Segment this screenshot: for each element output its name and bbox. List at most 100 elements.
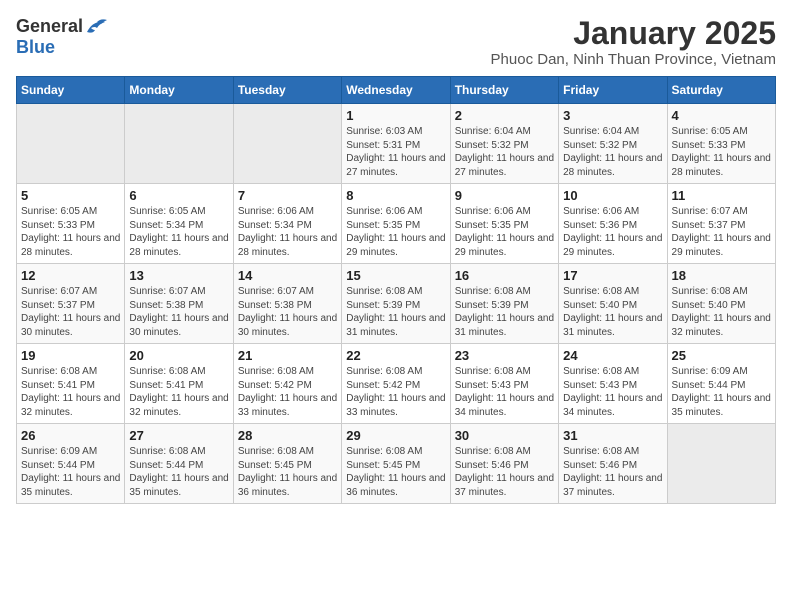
calendar-cell: 17 Sunrise: 6:08 AMSunset: 5:40 PMDayligh… <box>559 264 667 344</box>
calendar-cell: 28Sunrise: 6:08 AMSunset: 5:45 PMDayligh… <box>233 424 341 504</box>
calendar-week-4: 19 Sunrise: 6:08 AMSunset: 5:41 PMDayligh… <box>17 344 776 424</box>
calendar-cell: 5Sunrise: 6:05 AMSunset: 5:33 PMDaylight… <box>17 184 125 264</box>
calendar-cell: 11 Sunrise: 6:07 AMSunset: 5:37 PMDayligh… <box>667 184 775 264</box>
cell-date-number: 22 <box>346 348 445 363</box>
cell-sun-info: Sunrise: 6:08 AMSunset: 5:41 PMDaylight:… <box>129 365 228 419</box>
cell-date-number: 20 <box>129 348 228 363</box>
calendar-cell: 2 Sunrise: 6:04 AMSunset: 5:32 PMDaylight… <box>450 104 558 184</box>
calendar-table: SundayMondayTuesdayWednesdayThursdayFrid… <box>16 76 776 504</box>
cell-date-number: 4 <box>672 108 771 123</box>
calendar-cell: 24Sunrise: 6:08 AMSunset: 5:43 PMDayligh… <box>559 344 667 424</box>
cell-sun-info: Sunrise: 6:08 AMSunset: 5:45 PMDaylight:… <box>238 445 337 499</box>
calendar-week-2: 5Sunrise: 6:05 AMSunset: 5:33 PMDaylight… <box>17 184 776 264</box>
page-subtitle: Phuoc Dan, Ninh Thuan Province, Vietnam <box>491 51 776 68</box>
cell-date-number: 10 <box>563 188 662 203</box>
cell-sun-info: Sunrise: 6:07 AMSunset: 5:37 PMDaylight:… <box>672 205 771 259</box>
cell-sun-info: Sunrise: 6:03 AMSunset: 5:31 PMDaylight:… <box>346 125 445 179</box>
cell-date-number: 31 <box>563 428 662 443</box>
cell-date-number: 16 <box>455 268 554 283</box>
cell-date-number: 2 <box>455 108 554 123</box>
cell-sun-info: Sunrise: 6:06 AMSunset: 5:35 PMDaylight:… <box>455 205 554 259</box>
cell-date-number: 17 <box>563 268 662 283</box>
logo-blue-text: Blue <box>16 37 55 58</box>
day-header-saturday: Saturday <box>667 77 775 104</box>
cell-date-number: 19 <box>21 348 120 363</box>
calendar-cell: 23 Sunrise: 6:08 AMSunset: 5:43 PMDayligh… <box>450 344 558 424</box>
logo-text: General <box>16 16 107 37</box>
cell-sun-info: Sunrise: 6:09 AMSunset: 5:44 PMDaylight:… <box>672 365 771 419</box>
cell-sun-info: Sunrise: 6:05 AMSunset: 5:33 PMDaylight:… <box>672 125 771 179</box>
cell-sun-info: Sunrise: 6:04 AMSunset: 5:32 PMDaylight:… <box>455 125 554 179</box>
cell-date-number: 26 <box>21 428 120 443</box>
calendar-cell: 18 Sunrise: 6:08 AMSunset: 5:40 PMDayligh… <box>667 264 775 344</box>
cell-date-number: 18 <box>672 268 771 283</box>
cell-sun-info: Sunrise: 6:08 AMSunset: 5:43 PMDaylight:… <box>563 365 662 419</box>
calendar-cell: 13 Sunrise: 6:07 AMSunset: 5:38 PMDayligh… <box>125 264 233 344</box>
logo: General Blue <box>16 16 107 58</box>
calendar-cell: 12 Sunrise: 6:07 AMSunset: 5:37 PMDayligh… <box>17 264 125 344</box>
cell-date-number: 29 <box>346 428 445 443</box>
calendar-cell: 16Sunrise: 6:08 AMSunset: 5:39 PMDayligh… <box>450 264 558 344</box>
cell-date-number: 25 <box>672 348 771 363</box>
calendar-cell <box>667 424 775 504</box>
calendar-cell: 3 Sunrise: 6:04 AMSunset: 5:32 PMDaylight… <box>559 104 667 184</box>
calendar-cell: 9 Sunrise: 6:06 AMSunset: 5:35 PMDaylight… <box>450 184 558 264</box>
cell-date-number: 3 <box>563 108 662 123</box>
cell-sun-info: Sunrise: 6:07 AMSunset: 5:37 PMDaylight:… <box>21 285 120 339</box>
cell-date-number: 11 <box>672 188 771 203</box>
cell-date-number: 30 <box>455 428 554 443</box>
calendar-cell: 21Sunrise: 6:08 AMSunset: 5:42 PMDayligh… <box>233 344 341 424</box>
calendar-cell: 10Sunrise: 6:06 AMSunset: 5:36 PMDayligh… <box>559 184 667 264</box>
title-section: January 2025 Phuoc Dan, Ninh Thuan Provi… <box>491 16 776 68</box>
calendar-cell: 15Sunrise: 6:08 AMSunset: 5:39 PMDayligh… <box>342 264 450 344</box>
day-header-sunday: Sunday <box>17 77 125 104</box>
cell-date-number: 6 <box>129 188 228 203</box>
calendar-cell: 6 Sunrise: 6:05 AMSunset: 5:34 PMDaylight… <box>125 184 233 264</box>
calendar-cell: 22Sunrise: 6:08 AMSunset: 5:42 PMDayligh… <box>342 344 450 424</box>
calendar-body: 1 Sunrise: 6:03 AMSunset: 5:31 PMDaylight… <box>17 104 776 504</box>
calendar-cell: 1 Sunrise: 6:03 AMSunset: 5:31 PMDaylight… <box>342 104 450 184</box>
day-header-wednesday: Wednesday <box>342 77 450 104</box>
calendar-cell: 30Sunrise: 6:08 AMSunset: 5:46 PMDayligh… <box>450 424 558 504</box>
calendar-cell: 26 Sunrise: 6:09 AMSunset: 5:44 PMDayligh… <box>17 424 125 504</box>
cell-sun-info: Sunrise: 6:08 AMSunset: 5:40 PMDaylight:… <box>563 285 662 339</box>
days-of-week-row: SundayMondayTuesdayWednesdayThursdayFrid… <box>17 77 776 104</box>
day-header-monday: Monday <box>125 77 233 104</box>
cell-date-number: 23 <box>455 348 554 363</box>
cell-date-number: 15 <box>346 268 445 283</box>
cell-sun-info: Sunrise: 6:08 AMSunset: 5:42 PMDaylight:… <box>238 365 337 419</box>
calendar-cell <box>125 104 233 184</box>
calendar-cell <box>17 104 125 184</box>
cell-sun-info: Sunrise: 6:05 AMSunset: 5:34 PMDaylight:… <box>129 205 228 259</box>
calendar-cell <box>233 104 341 184</box>
cell-sun-info: Sunrise: 6:08 AMSunset: 5:40 PMDaylight:… <box>672 285 771 339</box>
page-header: General Blue January 2025 Phuoc Dan, Nin… <box>16 16 776 68</box>
day-header-thursday: Thursday <box>450 77 558 104</box>
calendar-cell: 25 Sunrise: 6:09 AMSunset: 5:44 PMDayligh… <box>667 344 775 424</box>
calendar-header: SundayMondayTuesdayWednesdayThursdayFrid… <box>17 77 776 104</box>
cell-date-number: 5 <box>21 188 120 203</box>
calendar-cell: 27Sunrise: 6:08 AMSunset: 5:44 PMDayligh… <box>125 424 233 504</box>
cell-sun-info: Sunrise: 6:06 AMSunset: 5:35 PMDaylight:… <box>346 205 445 259</box>
cell-date-number: 13 <box>129 268 228 283</box>
cell-sun-info: Sunrise: 6:07 AMSunset: 5:38 PMDaylight:… <box>238 285 337 339</box>
calendar-cell: 8Sunrise: 6:06 AMSunset: 5:35 PMDaylight… <box>342 184 450 264</box>
calendar-cell: 31 Sunrise: 6:08 AMSunset: 5:46 PMDayligh… <box>559 424 667 504</box>
cell-date-number: 12 <box>21 268 120 283</box>
day-header-friday: Friday <box>559 77 667 104</box>
calendar-cell: 29 Sunrise: 6:08 AMSunset: 5:45 PMDayligh… <box>342 424 450 504</box>
cell-sun-info: Sunrise: 6:08 AMSunset: 5:43 PMDaylight:… <box>455 365 554 419</box>
cell-sun-info: Sunrise: 6:08 AMSunset: 5:46 PMDaylight:… <box>563 445 662 499</box>
calendar-week-5: 26 Sunrise: 6:09 AMSunset: 5:44 PMDayligh… <box>17 424 776 504</box>
cell-sun-info: Sunrise: 6:09 AMSunset: 5:44 PMDaylight:… <box>21 445 120 499</box>
cell-sun-info: Sunrise: 6:08 AMSunset: 5:44 PMDaylight:… <box>129 445 228 499</box>
cell-date-number: 9 <box>455 188 554 203</box>
cell-sun-info: Sunrise: 6:07 AMSunset: 5:38 PMDaylight:… <box>129 285 228 339</box>
cell-sun-info: Sunrise: 6:08 AMSunset: 5:41 PMDaylight:… <box>21 365 120 419</box>
cell-sun-info: Sunrise: 6:04 AMSunset: 5:32 PMDaylight:… <box>563 125 662 179</box>
cell-sun-info: Sunrise: 6:08 AMSunset: 5:45 PMDaylight:… <box>346 445 445 499</box>
calendar-cell: 14Sunrise: 6:07 AMSunset: 5:38 PMDayligh… <box>233 264 341 344</box>
calendar-cell: 20 Sunrise: 6:08 AMSunset: 5:41 PMDayligh… <box>125 344 233 424</box>
cell-date-number: 1 <box>346 108 445 123</box>
day-header-tuesday: Tuesday <box>233 77 341 104</box>
